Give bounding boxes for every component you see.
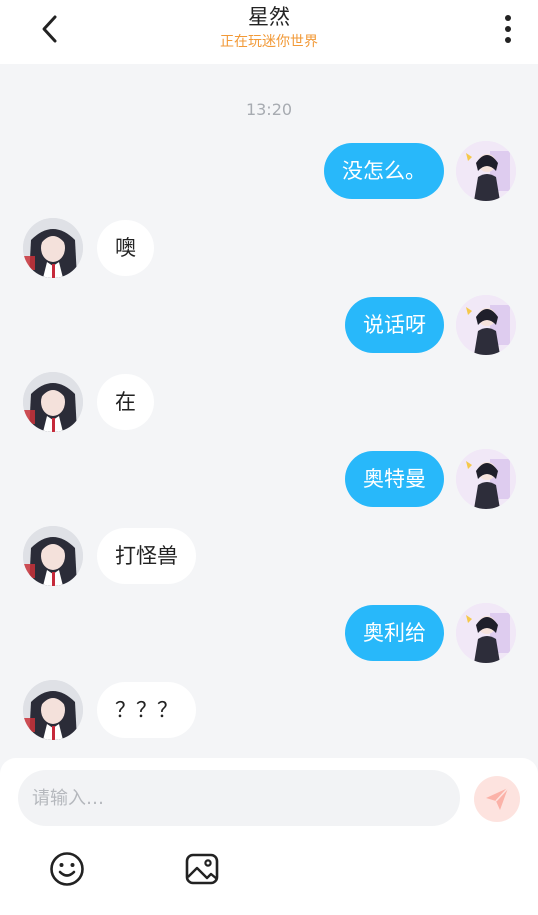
received-message-bubble[interactable]: 噢 [97, 220, 154, 276]
my-avatar[interactable] [456, 141, 516, 201]
message-row: 没怎么。 [0, 141, 538, 201]
contact-status: 正在玩迷你世界 [220, 34, 318, 50]
smiley-icon [50, 852, 84, 886]
send-button[interactable] [474, 776, 520, 822]
emoji-button[interactable] [48, 850, 86, 888]
more-options-button[interactable] [496, 10, 520, 48]
message-row: 说话呀 [0, 295, 538, 355]
contact-avatar[interactable] [23, 372, 83, 432]
sent-message-bubble[interactable]: 没怎么。 [324, 143, 444, 199]
sent-message-bubble[interactable]: 说话呀 [345, 297, 444, 353]
image-picker-button[interactable] [183, 850, 221, 888]
message-input[interactable] [18, 770, 460, 826]
message-row: 奥利给 [0, 603, 538, 663]
sent-message-bubble[interactable]: 奥特曼 [345, 451, 444, 507]
vertical-ellipsis-icon [505, 15, 511, 43]
chat-header: 星然 正在玩迷你世界 [0, 0, 538, 64]
message-row: 噢 [0, 218, 538, 278]
message-timestamp: 13:20 [245, 100, 293, 119]
message-row: ？？？ [0, 680, 538, 740]
composer-panel [0, 758, 538, 915]
received-message-bubble[interactable]: 打怪兽 [97, 528, 196, 584]
image-icon [185, 853, 219, 885]
message-row: 打怪兽 [0, 526, 538, 586]
paper-plane-icon [486, 787, 509, 810]
contact-avatar[interactable] [23, 526, 83, 586]
my-avatar[interactable] [456, 603, 516, 663]
message-row: 奥特曼 [0, 449, 538, 509]
my-avatar[interactable] [456, 449, 516, 509]
my-avatar[interactable] [456, 295, 516, 355]
sent-message-bubble[interactable]: 奥利给 [345, 605, 444, 661]
contact-avatar[interactable] [23, 218, 83, 278]
contact-name: 星然 [248, 5, 290, 29]
message-row: 在 [0, 372, 538, 432]
received-message-bubble[interactable]: 在 [97, 374, 154, 430]
contact-avatar[interactable] [23, 680, 83, 740]
received-message-bubble[interactable]: ？？？ [97, 682, 196, 738]
